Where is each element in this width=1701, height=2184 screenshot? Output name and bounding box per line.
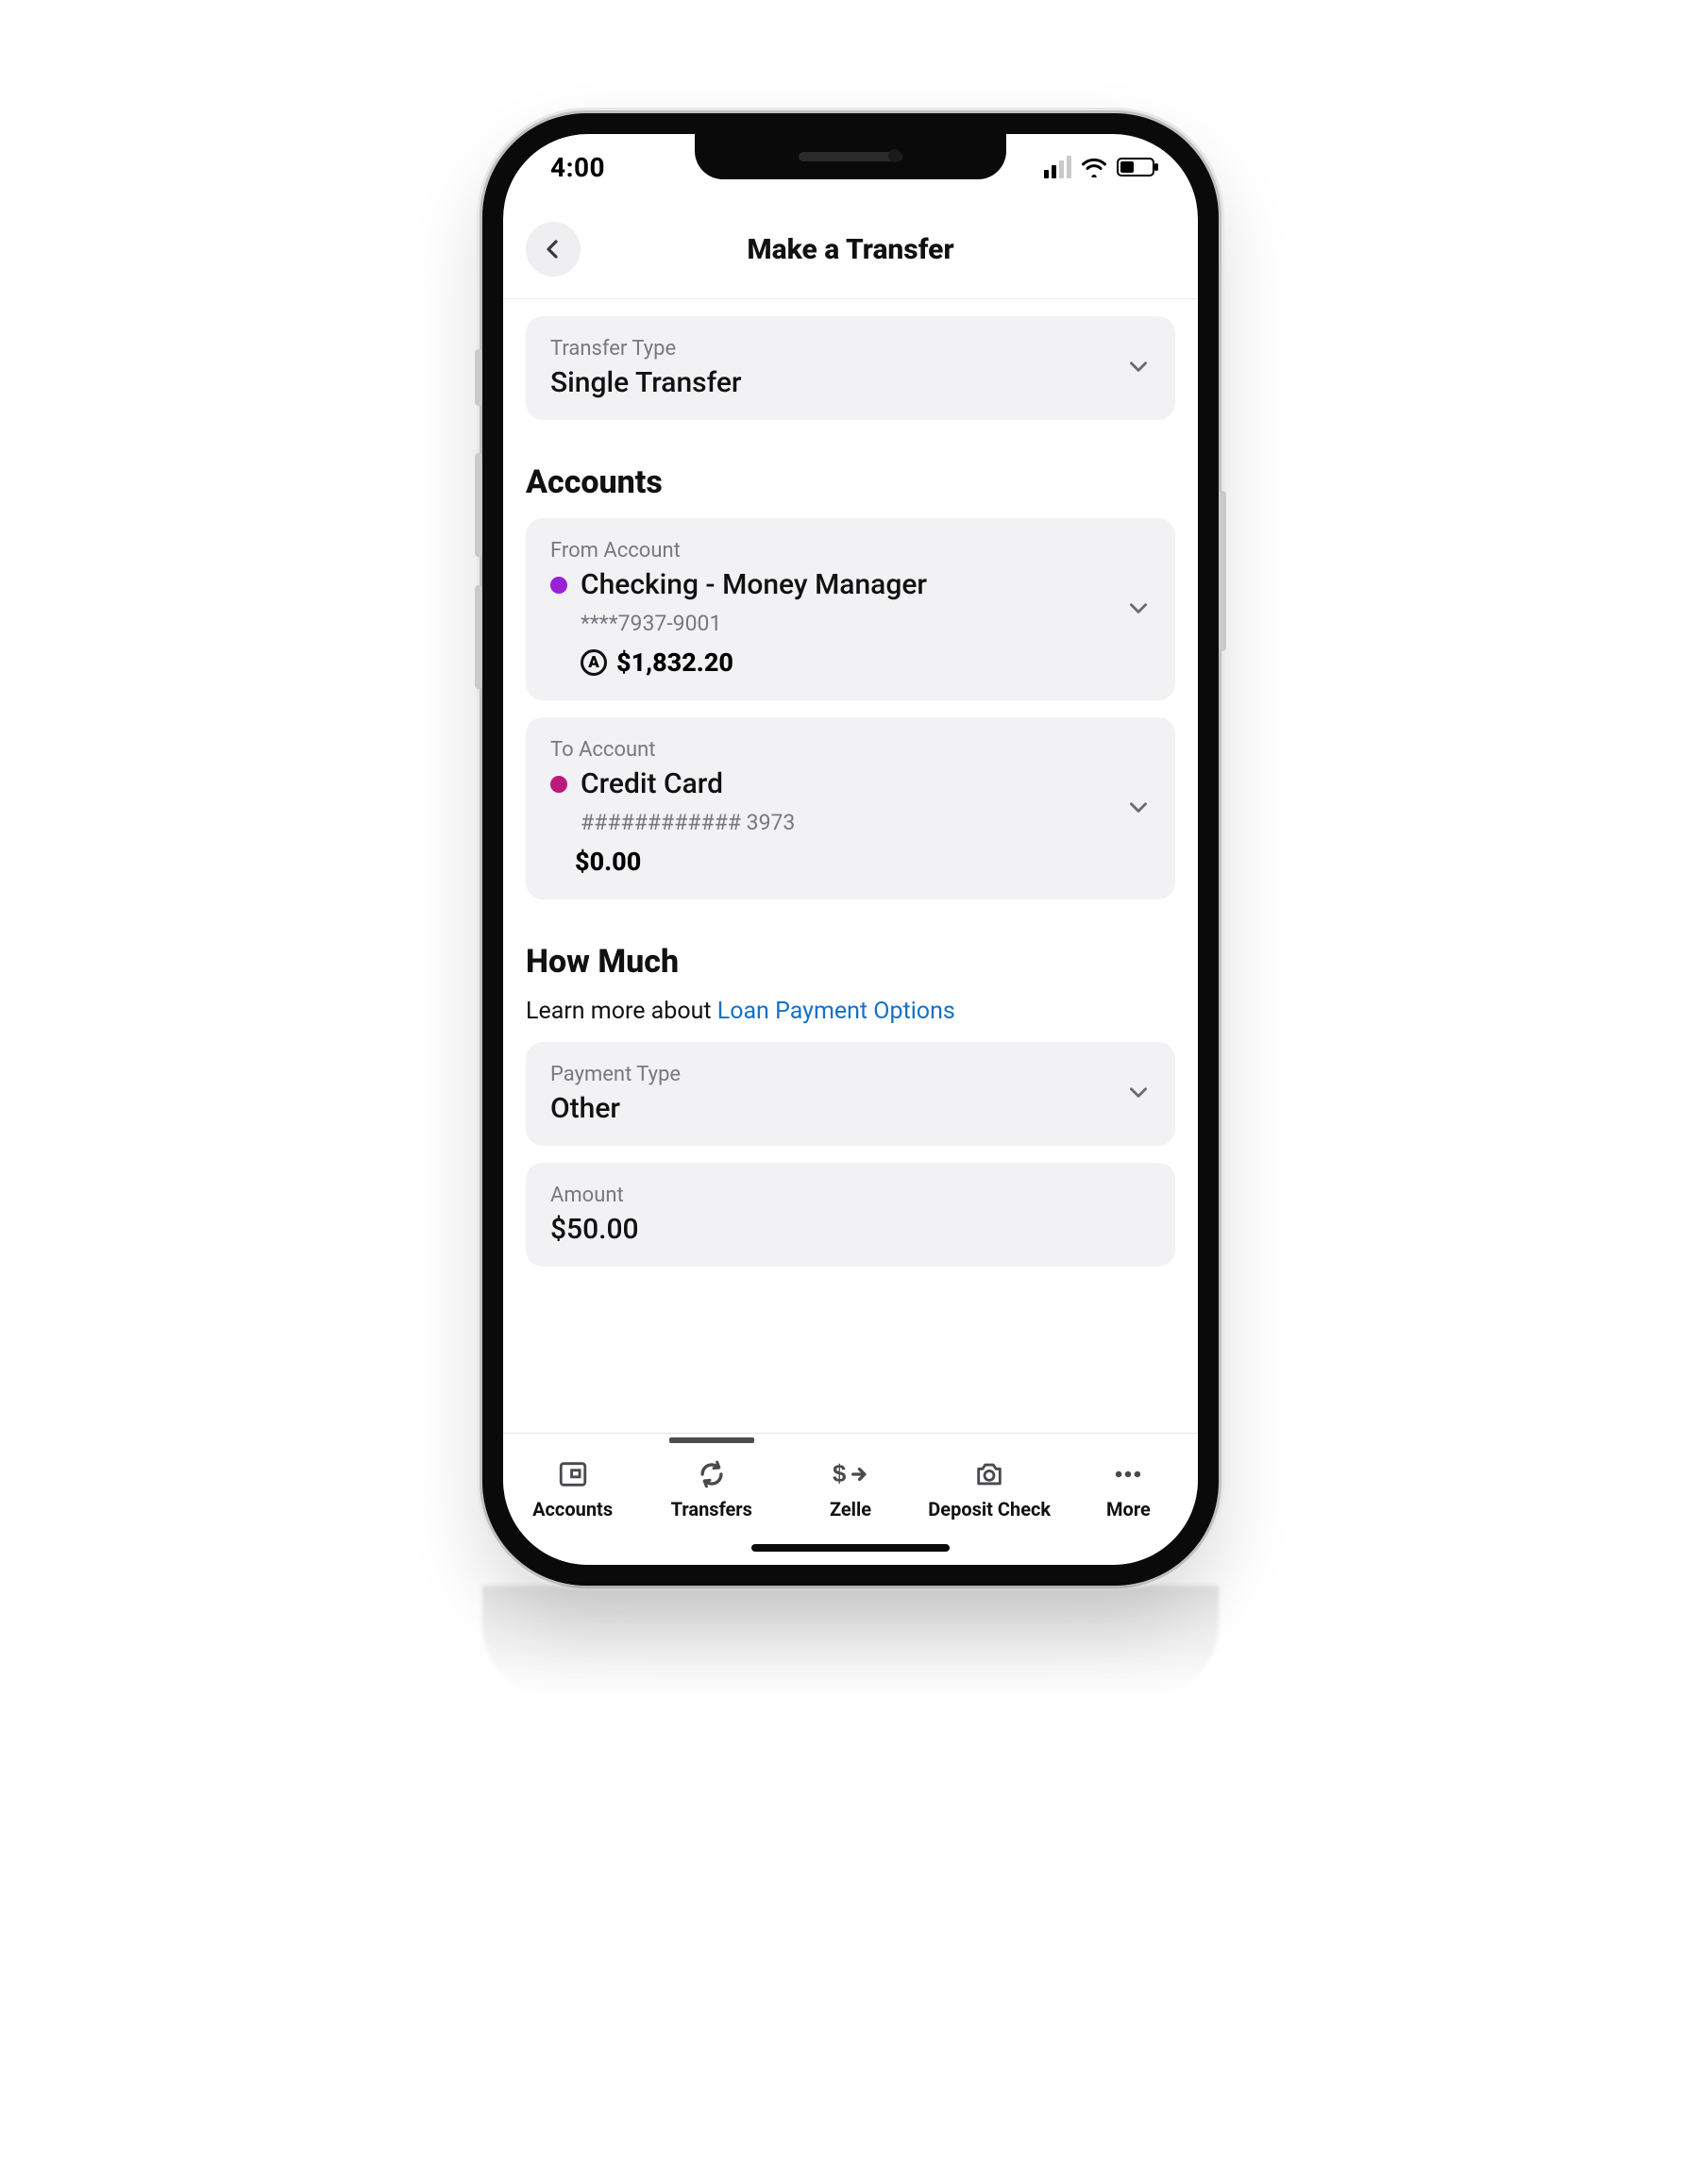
reflection (482, 1586, 1219, 1699)
available-badge-icon: A (581, 649, 607, 676)
from-account-name: Checking - Money Manager (581, 568, 927, 601)
tab-label: Deposit Check (928, 1498, 1051, 1520)
amount-label: Amount (550, 1184, 1151, 1207)
tab-bar: Accounts Transfers $ Zelle (503, 1433, 1198, 1565)
payment-type-label: Payment Type (550, 1063, 1151, 1086)
wifi-icon (1081, 157, 1107, 177)
content-scroll[interactable]: Transfer Type Single Transfer Accounts F… (503, 299, 1198, 1433)
home-indicator[interactable] (751, 1544, 950, 1552)
to-account-name: Credit Card (581, 767, 723, 800)
chevron-down-icon (1126, 596, 1151, 624)
account-color-dot (550, 776, 567, 793)
chevron-down-icon (1126, 795, 1151, 823)
zelle-icon: $ (833, 1458, 868, 1490)
tab-more[interactable]: More (1059, 1439, 1198, 1565)
to-account-masked: ############ 3973 (581, 810, 1151, 835)
phone-frame: 4:00 (482, 113, 1219, 1586)
payment-type-selector[interactable]: Payment Type Other (526, 1042, 1175, 1146)
transfer-type-label: Transfer Type (550, 337, 1151, 361)
tab-accounts[interactable]: Accounts (503, 1439, 642, 1565)
payment-type-value: Other (550, 1092, 1151, 1125)
chevron-down-icon (1126, 354, 1151, 382)
from-account-balance: $1,832.20 (616, 647, 733, 678)
learn-more-row: Learn more about Loan Payment Options (526, 998, 1175, 1025)
camera-icon (973, 1458, 1005, 1490)
amount-input[interactable]: Amount $50.00 (526, 1163, 1175, 1267)
transfer-type-selector[interactable]: Transfer Type Single Transfer (526, 316, 1175, 420)
from-account-masked: ****7937-9001 (581, 611, 1151, 636)
chevron-down-icon (1126, 1080, 1151, 1108)
learn-more-prefix: Learn more about (526, 998, 717, 1025)
accounts-heading: Accounts (526, 463, 1175, 501)
page-title: Make a Transfer (747, 233, 953, 266)
side-button (475, 349, 482, 406)
svg-text:$: $ (833, 1461, 846, 1487)
amount-value: $50.00 (550, 1213, 1151, 1246)
tab-label: Transfers (671, 1498, 752, 1520)
to-account-selector[interactable]: To Account Credit Card ############ 3973… (526, 717, 1175, 899)
tab-label: More (1106, 1498, 1151, 1520)
to-account-label: To Account (550, 738, 1151, 762)
front-camera (888, 149, 901, 162)
loan-payment-options-link[interactable]: Loan Payment Options (717, 998, 955, 1025)
cellular-signal-icon (1044, 156, 1071, 178)
top-nav: Make a Transfer (503, 200, 1198, 299)
status-time: 4:00 (550, 152, 605, 183)
tab-label: Accounts (532, 1498, 613, 1520)
back-button[interactable] (526, 222, 581, 277)
to-account-balance: $0.00 (575, 847, 641, 877)
volume-up-button (475, 453, 482, 557)
from-account-selector[interactable]: From Account Checking - Money Manager **… (526, 518, 1175, 700)
how-much-heading: How Much (526, 943, 1175, 981)
from-account-label: From Account (550, 539, 1151, 563)
chevron-left-icon (542, 238, 564, 260)
speaker-grill (799, 152, 902, 161)
accounts-icon (557, 1458, 589, 1490)
battery-icon (1117, 158, 1154, 176)
power-button (1219, 491, 1226, 651)
account-color-dot (550, 577, 567, 594)
device-notch (695, 134, 1006, 179)
transfer-type-value: Single Transfer (550, 366, 1151, 399)
volume-down-button (475, 585, 482, 689)
screen: 4:00 (503, 134, 1198, 1565)
more-icon (1112, 1458, 1144, 1490)
transfers-icon (696, 1458, 728, 1490)
tab-label: Zelle (830, 1498, 871, 1520)
